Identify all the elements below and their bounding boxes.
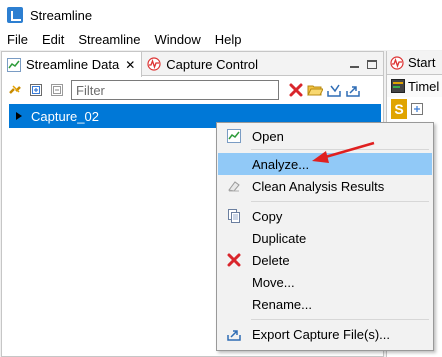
menu-item-label: Analyze... bbox=[252, 156, 310, 172]
menu-item-label: Rename... bbox=[252, 296, 312, 312]
streamline-logo-icon bbox=[7, 7, 23, 23]
menu-bar: File Edit Streamline Window Help bbox=[0, 30, 442, 50]
menu-separator bbox=[251, 149, 429, 150]
eraser-icon bbox=[226, 178, 242, 194]
title-bar: Streamline bbox=[0, 0, 442, 30]
export-icon[interactable] bbox=[345, 82, 361, 98]
menu-item-copy[interactable]: Copy bbox=[218, 205, 432, 227]
chart-icon bbox=[226, 128, 242, 144]
maximize-button[interactable] bbox=[365, 52, 379, 76]
expand-arrow-icon[interactable] bbox=[16, 112, 22, 120]
minimize-icon bbox=[349, 66, 359, 68]
tab-label: Capture Control bbox=[166, 56, 259, 72]
tab-capture-control[interactable]: Capture Control bbox=[142, 52, 264, 76]
menu-item-label: Clean Analysis Results bbox=[252, 178, 385, 194]
import-icon[interactable] bbox=[326, 82, 342, 98]
capture-control-icon bbox=[147, 57, 161, 71]
menu-edit[interactable]: Edit bbox=[35, 30, 71, 50]
menu-item-label: Export Capture File(s)... bbox=[252, 326, 390, 342]
menu-item-rename[interactable]: Rename... bbox=[218, 293, 432, 315]
close-tab-icon[interactable]: ✕ bbox=[125, 58, 135, 72]
tab-label: Streamline Data bbox=[26, 57, 120, 72]
menu-item-label: Duplicate bbox=[252, 230, 307, 246]
open-folder-icon[interactable] bbox=[307, 82, 323, 98]
window-title: Streamline bbox=[30, 7, 93, 23]
delete-icon[interactable] bbox=[288, 82, 304, 98]
context-menu: Open Analyze... Clean Analysis Results C… bbox=[216, 122, 434, 351]
menu-file[interactable]: File bbox=[0, 30, 35, 50]
timeline-label: Timel bbox=[408, 78, 440, 94]
menu-item-label: Delete bbox=[252, 252, 290, 268]
menu-separator bbox=[251, 201, 429, 202]
panel-tab-row: Streamline Data ✕ Capture Control bbox=[2, 52, 383, 77]
menu-item-label: Move... bbox=[252, 274, 295, 290]
menu-item-delete[interactable]: Delete bbox=[218, 249, 432, 271]
menu-item-label: Copy bbox=[252, 208, 283, 224]
copy-icon bbox=[226, 208, 242, 224]
menu-separator bbox=[251, 319, 429, 320]
maximize-icon bbox=[367, 59, 377, 69]
data-toolbar bbox=[2, 77, 383, 103]
menu-window[interactable]: Window bbox=[148, 30, 208, 50]
tab-start[interactable]: Start bbox=[387, 51, 442, 75]
tab-label: Start bbox=[408, 55, 436, 70]
menu-help[interactable]: Help bbox=[208, 30, 249, 50]
link-icon[interactable] bbox=[7, 82, 23, 98]
expand-all-icon[interactable] bbox=[28, 82, 44, 98]
menu-item-move[interactable]: Move... bbox=[218, 271, 432, 293]
menu-streamline[interactable]: Streamline bbox=[71, 30, 147, 50]
tree-item-label: Capture_02 bbox=[31, 108, 99, 124]
timeline-row[interactable]: Timel bbox=[387, 75, 442, 97]
timeline-icon bbox=[391, 79, 405, 93]
menu-item-export-capture-files[interactable]: Export Capture File(s)... bbox=[218, 323, 432, 345]
menu-item-analyze[interactable]: Analyze... bbox=[218, 153, 432, 175]
delete-x-icon bbox=[226, 252, 242, 268]
tab-streamline-data[interactable]: Streamline Data ✕ bbox=[2, 52, 143, 77]
menu-item-label: Open bbox=[252, 128, 284, 144]
status-badge: S bbox=[391, 99, 407, 119]
menu-item-duplicate[interactable]: Duplicate bbox=[218, 227, 432, 249]
streamline-data-icon bbox=[7, 57, 21, 72]
menu-item-open[interactable]: Open bbox=[218, 125, 432, 147]
minimize-button[interactable] bbox=[347, 52, 361, 76]
filter-input[interactable] bbox=[71, 80, 279, 100]
expand-icon[interactable] bbox=[411, 103, 423, 115]
collapse-all-icon[interactable] bbox=[49, 82, 65, 98]
menu-item-clean-analysis-results[interactable]: Clean Analysis Results bbox=[218, 175, 432, 197]
export-icon bbox=[226, 326, 242, 342]
capture-control-icon bbox=[390, 55, 404, 70]
